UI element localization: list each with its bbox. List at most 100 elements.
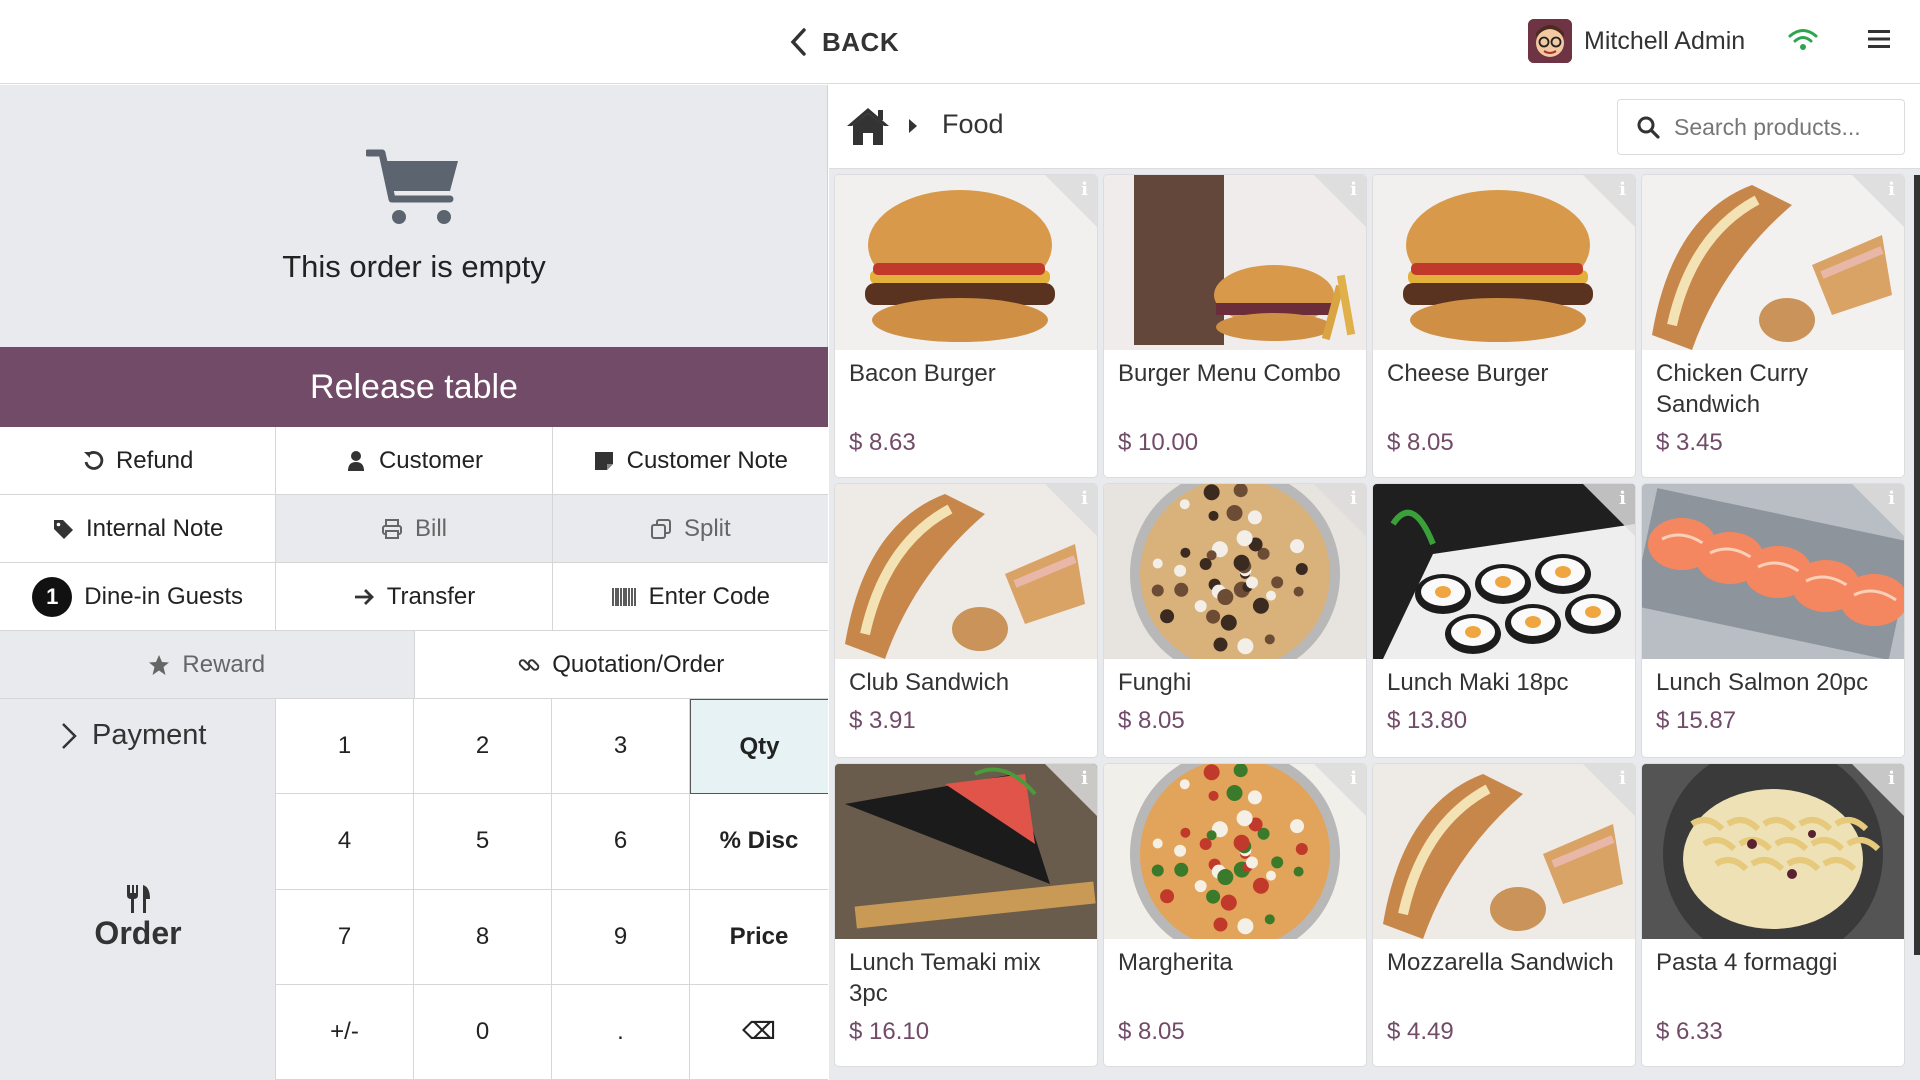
transfer-button[interactable]: Transfer xyxy=(276,563,553,630)
numpad-key[interactable]: 7 xyxy=(276,889,414,985)
product-card[interactable]: i Lunch Temaki mix 3pc $ 16.10 xyxy=(835,764,1097,1066)
numpad-key[interactable]: +/- xyxy=(276,984,414,1080)
info-icon[interactable]: i xyxy=(1081,488,1088,509)
product-card[interactable]: i Pasta 4 formaggi $ 6.33 xyxy=(1642,764,1904,1066)
info-icon[interactable]: i xyxy=(1350,179,1357,200)
numpad-key[interactable]: 6 xyxy=(552,794,690,890)
payment-button[interactable]: Payment xyxy=(60,719,206,752)
product-image: i xyxy=(1104,764,1366,939)
search-input[interactable] xyxy=(1674,113,1894,141)
transfer-label: Transfer xyxy=(386,582,476,610)
tag-icon xyxy=(53,519,73,539)
numpad-key[interactable]: 0 xyxy=(414,984,552,1080)
numpad-key[interactable]: 5 xyxy=(414,794,552,890)
product-price: $ 16.10 xyxy=(849,1018,930,1045)
info-corner[interactable] xyxy=(1045,175,1097,227)
product-image: i xyxy=(1642,175,1904,350)
info-corner[interactable] xyxy=(1852,175,1904,227)
numpad-key[interactable]: ⌫ xyxy=(690,984,828,1080)
numpad-key[interactable]: 8 xyxy=(414,889,552,985)
info-corner[interactable] xyxy=(1314,175,1366,227)
info-corner[interactable] xyxy=(1583,484,1635,536)
search-box[interactable] xyxy=(1617,99,1905,155)
reward-button[interactable]: Reward xyxy=(0,631,415,698)
product-card[interactable]: i Margherita $ 8.05 xyxy=(1104,764,1366,1066)
refund-button[interactable]: Refund xyxy=(0,427,277,494)
product-image: i xyxy=(1373,764,1635,939)
avatar xyxy=(1528,19,1572,63)
back-button[interactable]: BACK xyxy=(788,22,899,62)
info-corner[interactable] xyxy=(1045,764,1097,816)
product-image: i xyxy=(1104,175,1366,350)
product-card[interactable]: i Chicken Curry Sandwich $ 3.45 xyxy=(1642,175,1904,477)
info-icon[interactable]: i xyxy=(1081,768,1088,789)
info-corner[interactable] xyxy=(1583,175,1635,227)
numpad-key[interactable]: 1 xyxy=(276,699,414,795)
customer-note-button[interactable]: Customer Note xyxy=(552,427,828,494)
product-card[interactable]: i Club Sandwich $ 3.91 xyxy=(835,484,1097,757)
numpad-key[interactable]: 3 xyxy=(552,699,690,795)
arrow-right-icon xyxy=(354,588,374,605)
product-card[interactable]: i Lunch Maki 18pc $ 13.80 xyxy=(1373,484,1635,757)
numpad-key[interactable]: 2 xyxy=(414,699,552,795)
info-icon[interactable]: i xyxy=(1350,768,1357,789)
quotation-order-button[interactable]: Quotation/Order xyxy=(414,631,828,698)
numpad-key[interactable]: 4 xyxy=(276,794,414,890)
empty-order-text: This order is empty xyxy=(282,249,546,284)
info-corner[interactable] xyxy=(1314,484,1366,536)
product-image: i xyxy=(835,764,1097,939)
info-icon[interactable]: i xyxy=(1081,179,1088,200)
product-card[interactable]: i Lunch Salmon 20pc $ 15.87 xyxy=(1642,484,1904,757)
numpad-key[interactable]: Price xyxy=(690,889,828,985)
product-name: Cheese Burger xyxy=(1387,360,1549,387)
internal-note-button[interactable]: Internal Note xyxy=(0,495,277,562)
dine-in-guests-button[interactable]: 1 Dine-in Guests xyxy=(0,563,277,630)
split-button[interactable]: Split xyxy=(552,495,828,562)
product-price: $ 8.63 xyxy=(849,429,916,456)
split-label: Split xyxy=(683,514,731,542)
guest-count-badge: 1 xyxy=(32,576,73,617)
release-table-button[interactable]: Release table xyxy=(0,347,828,427)
product-card[interactable]: i Cheese Burger $ 8.05 xyxy=(1373,175,1635,477)
info-corner[interactable] xyxy=(1852,764,1904,816)
numpad-key[interactable]: % Disc xyxy=(690,794,828,890)
product-name: Lunch Temaki mix 3pc xyxy=(849,949,1041,1007)
customer-button[interactable]: Customer xyxy=(276,427,553,494)
product-name: Mozzarella Sandwich xyxy=(1387,949,1614,976)
numpad-key[interactable]: 9 xyxy=(552,889,690,985)
order-panel: This order is empty Release table Refund… xyxy=(0,85,828,1080)
info-corner[interactable] xyxy=(1045,484,1097,536)
order-label: Order xyxy=(94,915,182,951)
wifi-icon[interactable] xyxy=(1788,28,1818,52)
info-icon[interactable]: i xyxy=(1619,179,1626,200)
info-icon[interactable]: i xyxy=(1888,488,1895,509)
search-icon xyxy=(1637,116,1660,139)
numpad-key[interactable]: Qty xyxy=(690,699,828,795)
product-name: Bacon Burger xyxy=(849,360,996,387)
product-price: $ 3.91 xyxy=(849,707,916,734)
scrollbar[interactable] xyxy=(1914,175,1920,955)
info-icon[interactable]: i xyxy=(1888,179,1895,200)
info-icon[interactable]: i xyxy=(1350,488,1357,509)
info-icon[interactable]: i xyxy=(1619,768,1626,789)
product-card[interactable]: i Burger Menu Combo $ 10.00 xyxy=(1104,175,1366,477)
product-card[interactable]: i Funghi $ 8.05 xyxy=(1104,484,1366,757)
product-card[interactable]: i Mozzarella Sandwich $ 4.49 xyxy=(1373,764,1635,1066)
order-button[interactable]: Order xyxy=(0,883,276,952)
numpad: 1 2 3 Qty 4 5 6% Disc 7 8 9 Price +/- 0. ⌫ xyxy=(276,699,828,1080)
empty-order: This order is empty xyxy=(0,85,828,347)
info-corner[interactable] xyxy=(1852,484,1904,536)
info-icon[interactable]: i xyxy=(1888,768,1895,789)
hamburger-menu-icon[interactable] xyxy=(1866,28,1892,50)
bill-button[interactable]: Bill xyxy=(276,495,553,562)
breadcrumb-category[interactable]: Food xyxy=(942,109,1004,140)
numpad-key[interactable]: . xyxy=(552,984,690,1080)
info-icon[interactable]: i xyxy=(1619,488,1626,509)
home-icon[interactable] xyxy=(844,105,892,147)
bill-label: Bill xyxy=(414,514,447,542)
info-corner[interactable] xyxy=(1583,764,1635,816)
info-corner[interactable] xyxy=(1314,764,1366,816)
user-menu[interactable]: Mitchell Admin xyxy=(1528,18,1745,64)
product-card[interactable]: i Bacon Burger $ 8.63 xyxy=(835,175,1097,477)
enter-code-button[interactable]: Enter Code xyxy=(552,563,828,630)
